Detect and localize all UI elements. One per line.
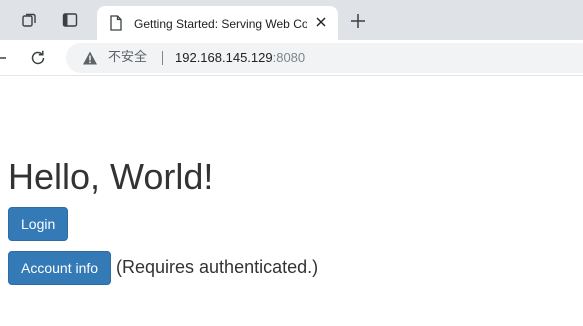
plus-icon[interactable] xyxy=(348,11,368,31)
url-port: :8080 xyxy=(272,50,306,65)
address-bar[interactable]: 不安全 192.168.145.129:8080 xyxy=(66,43,583,73)
url-text[interactable]: 192.168.145.129:8080 xyxy=(175,50,305,66)
close-icon[interactable] xyxy=(313,14,329,30)
browser-toolbar: 不安全 192.168.145.129:8080 xyxy=(0,40,583,76)
workspaces-icon[interactable] xyxy=(19,10,39,30)
security-label[interactable]: 不安全 xyxy=(108,50,147,66)
tab-actions-icon[interactable] xyxy=(60,10,80,30)
tab-strip: Getting Started: Serving Web Content xyxy=(0,0,583,40)
login-button[interactable]: Login xyxy=(8,207,69,241)
document-icon xyxy=(109,15,123,31)
address-separator xyxy=(162,51,163,65)
page-heading: Hello, World! xyxy=(8,156,214,197)
requires-auth-note: (Requires authenticated.) xyxy=(116,257,319,277)
warning-icon[interactable] xyxy=(82,50,98,66)
account-info-button[interactable]: Account info xyxy=(8,251,112,285)
back-arrow-icon[interactable] xyxy=(0,51,6,65)
active-tab[interactable]: Getting Started: Serving Web Content xyxy=(97,6,338,40)
tab-title: Getting Started: Serving Web Content xyxy=(134,17,307,31)
reload-icon[interactable] xyxy=(28,48,48,68)
url-host: 192.168.145.129 xyxy=(175,50,273,65)
